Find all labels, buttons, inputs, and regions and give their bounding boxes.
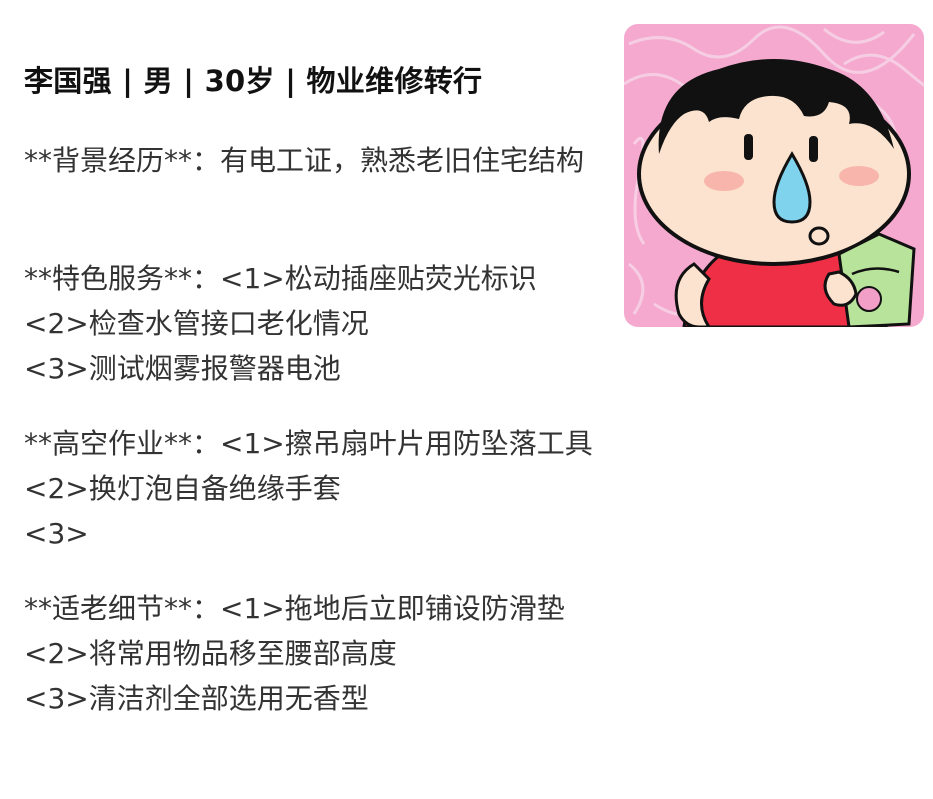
cartoon-avatar-icon: [624, 24, 924, 327]
section-elderly-details: **适老细节**：<1>拖地后立即铺设防滑垫 <2>将常用物品移至腰部高度 <3…: [24, 586, 565, 721]
section-line: <3>清洁剂全部选用无香型: [24, 682, 369, 715]
section-special-services: **特色服务**：<1>松动插座贴荧光标识 <2>检查水管接口老化情况 <3>测…: [24, 256, 537, 391]
section-line: <2>检查水管接口老化情况: [24, 307, 369, 340]
section-line: <2>换灯泡自备绝缘手套: [24, 472, 341, 505]
section-line: **高空作业**：<1>擦吊扇叶片用防坠落工具: [24, 427, 593, 460]
background-experience: **背景经历**：有电工证，熟悉老旧住宅结构: [24, 138, 609, 183]
section-line: <3>: [24, 517, 89, 550]
section-line: **特色服务**：<1>松动插座贴荧光标识: [24, 262, 537, 295]
section-line: <2>将常用物品移至腰部高度: [24, 637, 397, 670]
background-text: **背景经历**：有电工证，熟悉老旧住宅结构: [24, 144, 585, 177]
section-line: **适老细节**：<1>拖地后立即铺设防滑垫: [24, 592, 565, 625]
section-high-altitude: **高空作业**：<1>擦吊扇叶片用防坠落工具 <2>换灯泡自备绝缘手套 <3>: [24, 421, 593, 556]
profile-title: 李国强 | 男 | 30岁 | 物业维修转行: [24, 64, 483, 98]
section-line: <3>测试烟雾报警器电池: [24, 352, 341, 385]
